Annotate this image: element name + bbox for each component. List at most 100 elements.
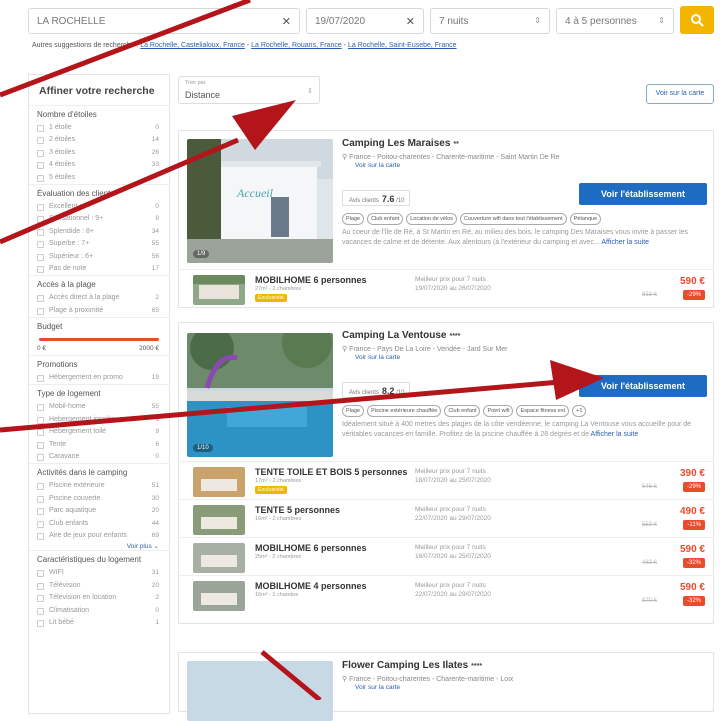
filter-option[interactable]: Piscine couverte 30 [29, 493, 169, 505]
checkbox[interactable] [37, 619, 44, 627]
checkbox[interactable] [37, 174, 44, 182]
search-icon [691, 14, 704, 27]
offer-row[interactable]: TENTE 5 personnes 16m² - 2 chambres Meille… [179, 499, 713, 537]
campsite-photo[interactable]: 1/10 [187, 333, 333, 457]
campsite-photo[interactable] [187, 661, 333, 721]
date-field[interactable]: 19/07/2020 ✕ [306, 8, 424, 34]
filter-option[interactable]: Supérieur : 6+ 56 [29, 251, 169, 263]
budget-min: 0 € [37, 345, 47, 353]
checkbox[interactable] [37, 416, 44, 424]
checkbox[interactable] [37, 253, 44, 261]
offer-row[interactable]: MOBILHOME 6 personnes 25m² - 2 chambres Me… [179, 537, 713, 575]
filter-option[interactable]: 5 étoiles [29, 172, 169, 184]
filter-option[interactable]: Pas de note 17 [29, 263, 169, 275]
destination-field[interactable]: LA ROCHELLE ✕ [28, 8, 300, 34]
checkbox[interactable] [37, 265, 44, 273]
checkbox[interactable] [37, 570, 44, 578]
checkbox[interactable] [37, 216, 44, 224]
filter-option[interactable]: Aire de jeux pour enfants 69 [29, 530, 169, 542]
filter-option[interactable]: Superbe : 7+ 55 [29, 238, 169, 250]
checkbox[interactable] [37, 125, 44, 132]
checkbox[interactable] [37, 375, 44, 383]
map-link[interactable]: Voir sur la carte [355, 684, 400, 691]
nights-select[interactable]: 7 nuits ⇕ [430, 8, 550, 34]
offer-row[interactable]: TENTE TOILE ET BOIS 5 personnes 17m² - 2 … [179, 461, 713, 499]
filter-option[interactable]: Excellent : 9+ 0 [29, 201, 169, 213]
filter-option[interactable]: Accès direct à la plage 2 [29, 292, 169, 304]
read-more-link[interactable]: Afficher la suite [601, 239, 649, 246]
filter-option[interactable]: 2 étoiles 14 [29, 134, 169, 146]
campsite-title[interactable]: Camping La Ventouse **** [342, 330, 460, 341]
filter-option[interactable]: 1 étoile 0 [29, 122, 169, 134]
checkbox[interactable] [37, 495, 44, 503]
checkbox[interactable] [37, 595, 44, 603]
clear-destination-icon[interactable]: ✕ [282, 15, 291, 28]
filter-option[interactable]: 3 étoiles 26 [29, 147, 169, 159]
checkbox[interactable] [37, 149, 44, 157]
checkbox[interactable] [37, 162, 44, 170]
sort-select[interactable]: Trier par Distance ⇕ [178, 76, 320, 104]
checkbox[interactable] [37, 228, 44, 236]
filter-option[interactable]: Club enfants 44 [29, 518, 169, 530]
alt-search-link[interactable]: La Rochelle, Castelialoux, France [140, 42, 245, 49]
map-link[interactable]: Voir sur la carte [355, 354, 400, 361]
clear-date-icon[interactable]: ✕ [406, 15, 415, 28]
more-tags-button[interactable]: +1 [572, 405, 587, 417]
filter-option[interactable]: Hebergement insolite 1 [29, 414, 169, 426]
filter-option[interactable]: Parc aquatique 20 [29, 505, 169, 517]
filter-option[interactable]: Piscine extérieure 51 [29, 480, 169, 492]
filter-option[interactable]: Caravane 0 [29, 451, 169, 463]
checkbox[interactable] [37, 607, 44, 615]
filter-option[interactable]: Splendide : 8+ 34 [29, 226, 169, 238]
alt-search-link[interactable]: La Rochelle, Rouans, France [251, 42, 342, 49]
map-link[interactable]: Voir sur la carte [355, 162, 400, 169]
filter-option[interactable]: Télévision 20 [29, 580, 169, 592]
checkbox[interactable] [37, 307, 44, 315]
checkbox[interactable] [37, 532, 44, 540]
checkbox[interactable] [37, 295, 44, 303]
checkbox[interactable] [37, 404, 44, 412]
checkbox[interactable] [37, 520, 44, 528]
offer-dates: 18/07/2020 au 25/07/2020 [415, 477, 491, 484]
filter-option[interactable]: 4 étoiles 33 [29, 159, 169, 171]
filter-option[interactable]: Sensationnel : 9+ 9 [29, 213, 169, 225]
map-view-button[interactable]: Voir sur la carte [646, 84, 714, 104]
checkbox[interactable] [37, 483, 44, 491]
old-price: 870 € [641, 598, 657, 604]
alt-search-link[interactable]: La Rochelle, Saint-Eusebe, France [348, 42, 457, 49]
offer-row[interactable]: MOBILHOME 4 personnes 16m² - 1 chambre Mei… [179, 575, 713, 613]
see-more-link[interactable]: Voir plus ⌄ [29, 542, 169, 550]
persons-select[interactable]: 4 à 5 personnes ⇕ [556, 8, 674, 34]
budget-slider[interactable] [39, 338, 159, 342]
checkbox[interactable] [37, 454, 44, 462]
checkbox[interactable] [37, 203, 44, 211]
filter-option[interactable]: Tente 6 [29, 439, 169, 451]
filter-count: 55 [151, 403, 159, 411]
offer-row[interactable]: MOBILHOME 6 personnes 27m² - 2 chambres … [179, 269, 713, 307]
filter-option[interactable]: Hébergement en promo 19 [29, 372, 169, 384]
best-price-label: Meilleur prix pour 7 nuits [415, 276, 486, 283]
checkbox[interactable] [37, 241, 44, 249]
campsite-photo[interactable]: Accueil 1/9 [187, 139, 333, 263]
amenity-tag: Plage [342, 213, 365, 225]
filter-label: Hébergement toilé [49, 428, 107, 436]
filter-option[interactable]: Télévision en location 2 [29, 592, 169, 604]
filter-option[interactable]: Mobil-home 55 [29, 401, 169, 413]
checkbox[interactable] [37, 508, 44, 516]
search-button[interactable] [680, 6, 714, 34]
campsite-title[interactable]: Camping Les Maraises ** [342, 138, 459, 149]
filter-option[interactable]: Plage à proximité 65 [29, 305, 169, 317]
checkbox[interactable] [37, 137, 44, 145]
checkbox[interactable] [37, 582, 44, 590]
campsite-location: ⚲ France - Pays De La Loire - Vendée - J… [342, 346, 508, 353]
filter-option[interactable]: Climatisation 0 [29, 605, 169, 617]
campsite-title[interactable]: Flower Camping Les Ilates **** [342, 660, 482, 671]
view-establishment-button[interactable]: Voir l'établissement [579, 375, 707, 397]
checkbox[interactable] [37, 429, 44, 437]
filter-option[interactable]: WIFI 31 [29, 567, 169, 579]
read-more-link[interactable]: Afficher la suite [591, 431, 639, 438]
filter-option[interactable]: Hébergement toilé 9 [29, 426, 169, 438]
checkbox[interactable] [37, 441, 44, 449]
filter-option[interactable]: Lit bébé 1 [29, 617, 169, 629]
view-establishment-button[interactable]: Voir l'établissement [579, 183, 707, 205]
